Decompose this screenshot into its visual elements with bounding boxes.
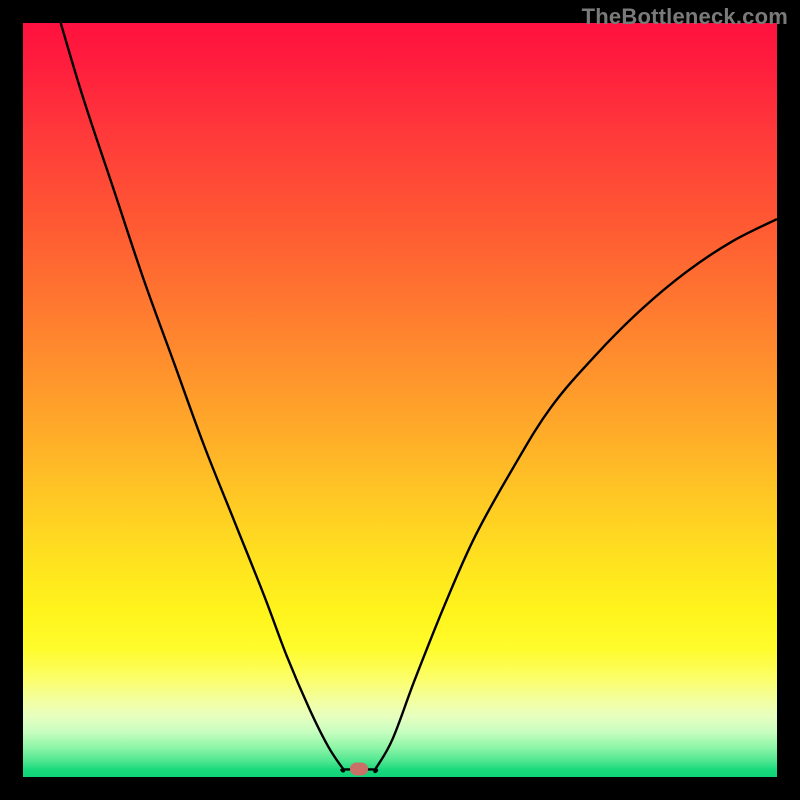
- bottleneck-curve: [61, 23, 777, 772]
- chart-container: TheBottleneck.com: [0, 0, 800, 800]
- curve-layer: [23, 23, 777, 777]
- optimal-point-marker: [350, 763, 368, 776]
- watermark-text: TheBottleneck.com: [582, 4, 788, 30]
- plot-area: [23, 23, 777, 777]
